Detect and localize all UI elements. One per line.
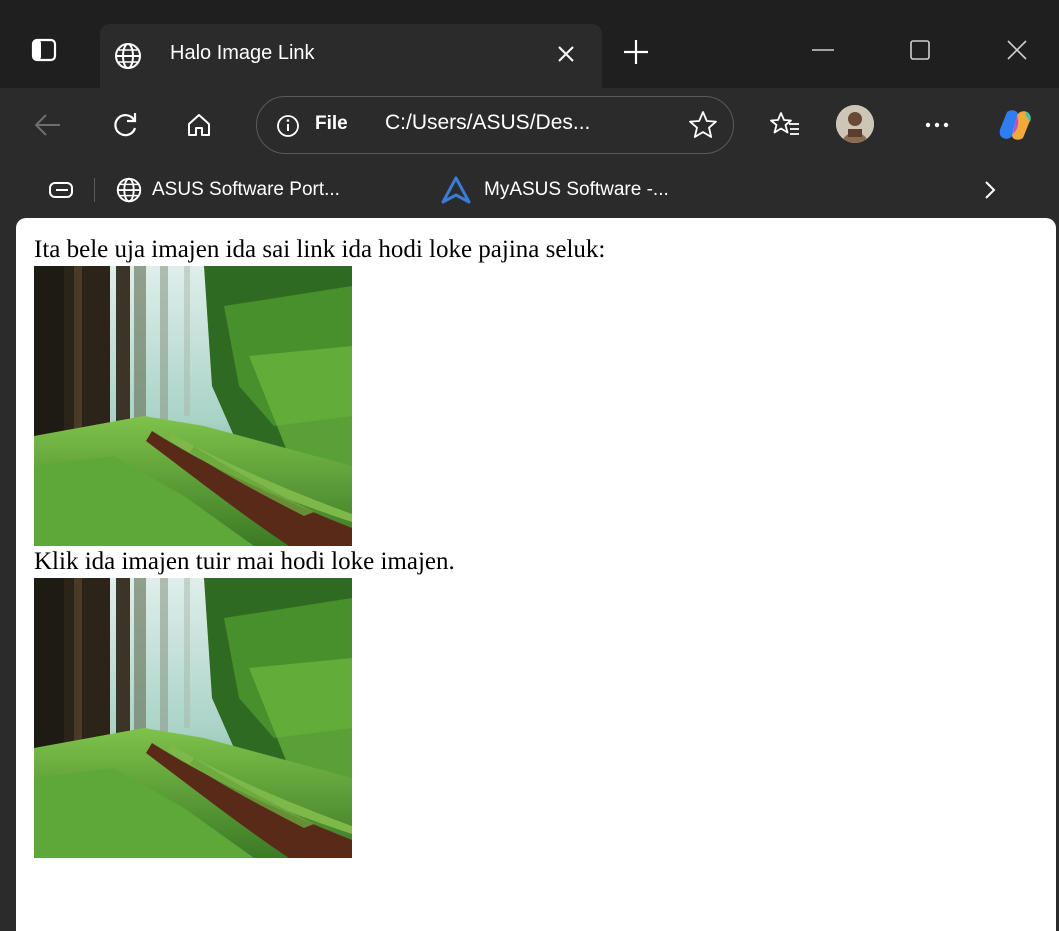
- bookmark-myasus-software[interactable]: MyASUS Software -...: [440, 174, 669, 206]
- url-scheme-label: File: [315, 113, 348, 134]
- tab-actions-icon[interactable]: [24, 30, 64, 70]
- collections-icon[interactable]: [48, 174, 76, 206]
- copilot-icon[interactable]: [994, 104, 1036, 146]
- active-tab[interactable]: Halo Image Link: [100, 24, 602, 88]
- globe-icon: [114, 175, 144, 205]
- minimize-icon[interactable]: [800, 30, 846, 70]
- tab-close-icon[interactable]: [548, 36, 584, 72]
- new-tab-icon[interactable]: [614, 30, 658, 74]
- window-close-icon[interactable]: [994, 30, 1040, 70]
- url-text[interactable]: C:/Users/ASUS/Des...: [385, 111, 590, 135]
- instruction-text: Klik ida imajen tuir mai hodi loke imaje…: [34, 548, 455, 575]
- forest-image: [34, 266, 352, 546]
- address-bar[interactable]: File C:/Users/ASUS/Des...: [256, 96, 734, 154]
- favorite-star-icon[interactable]: [687, 109, 719, 146]
- myasus-icon: [440, 175, 472, 205]
- refresh-icon[interactable]: [104, 104, 146, 146]
- favorites-icon[interactable]: [764, 104, 806, 146]
- bookmarks-bar: ASUS Software Port... MyASUS Software -.…: [0, 162, 1059, 218]
- bookmarks-divider: [94, 178, 95, 202]
- navigation-toolbar: File C:/Users/ASUS/Des...: [0, 88, 1059, 162]
- bookmark-label: MyASUS Software -...: [484, 179, 669, 200]
- profile-avatar[interactable]: [836, 105, 874, 143]
- intro-text: Ita bele uja imajen ida sai link ida hod…: [34, 236, 606, 263]
- forest-image-link[interactable]: [34, 266, 352, 546]
- home-icon[interactable]: [178, 104, 220, 146]
- tab-title: Halo Image Link: [170, 42, 315, 64]
- info-icon[interactable]: [275, 113, 301, 144]
- bookmark-asus-software-portal[interactable]: ASUS Software Port...: [114, 174, 340, 206]
- page-viewport: Ita bele uja imajen ida sai link ida hod…: [16, 218, 1056, 931]
- tab-bar: Halo Image Link: [0, 0, 1059, 88]
- page-content: Ita bele uja imajen ida sai link ida hod…: [34, 234, 605, 858]
- bookmarks-overflow-chevron-icon[interactable]: [982, 174, 998, 206]
- maximize-icon[interactable]: [897, 30, 943, 70]
- back-icon[interactable]: [26, 104, 68, 146]
- bookmark-label: ASUS Software Port...: [152, 179, 340, 200]
- forest-image: [34, 578, 352, 858]
- more-options-icon[interactable]: [916, 104, 958, 146]
- browser-window: Halo Image Link File C:/Users/ASUS/Des..…: [0, 0, 1059, 931]
- globe-icon: [112, 40, 144, 77]
- forest-image-link-2[interactable]: [34, 578, 352, 858]
